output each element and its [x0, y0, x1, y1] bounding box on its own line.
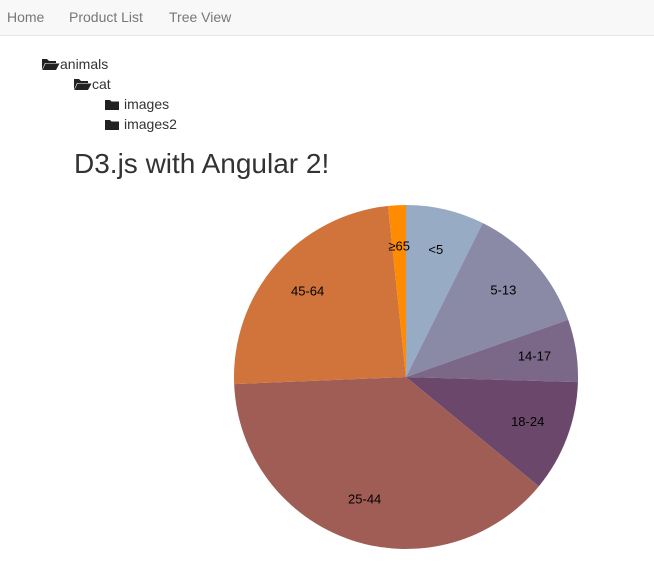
pie-slice-label: 25-44: [348, 492, 381, 507]
pie-chart: <5 5-13 14-17 18-24 25-44 45-64 ≥65: [233, 205, 578, 549]
pie-chart-group: <5 5-13 14-17 18-24 25-44 45-64 ≥65: [233, 205, 578, 549]
pie-slice-label: <5: [428, 242, 443, 257]
pie-slice-label: 45-64: [291, 283, 324, 298]
pie-slice-label: ≥65: [388, 239, 410, 254]
pie-slice-label: 5-13: [490, 282, 516, 297]
pie-slice-label: 14-17: [518, 348, 551, 363]
pie-slice-label: 18-24: [511, 414, 544, 429]
